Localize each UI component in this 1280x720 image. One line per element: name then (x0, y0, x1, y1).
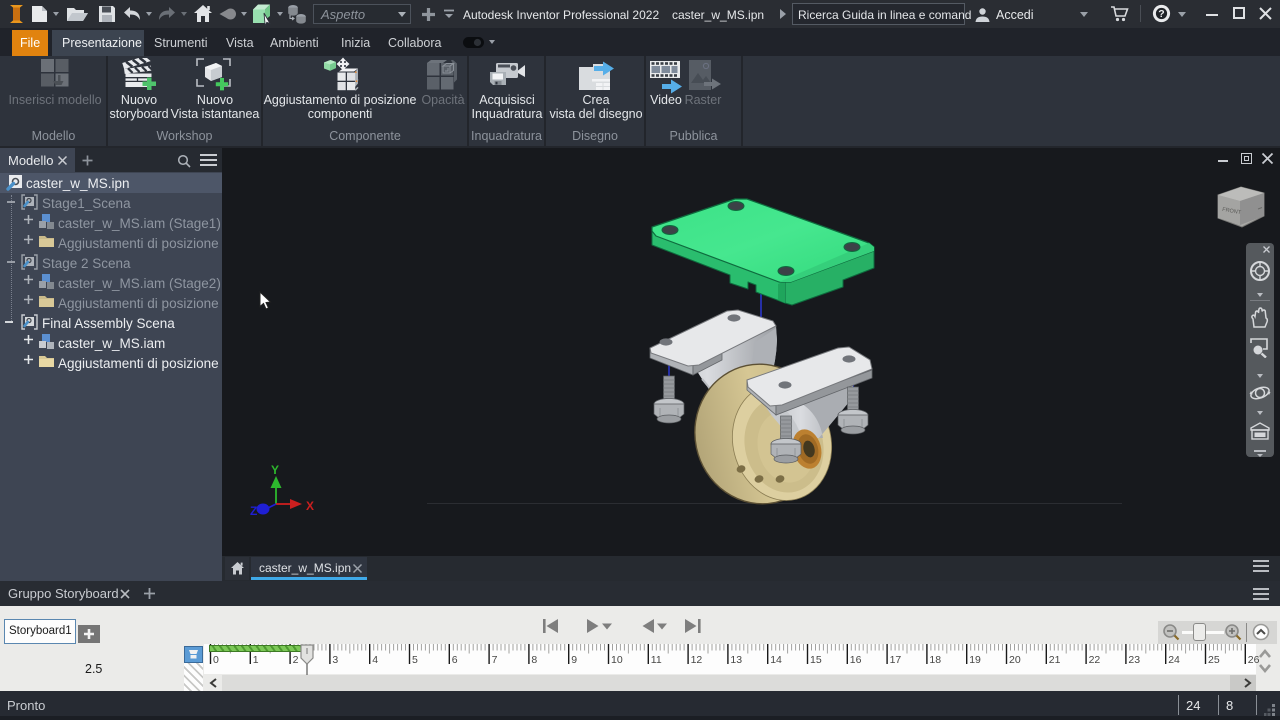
svg-text:?: ? (1158, 8, 1164, 20)
svg-text:20: 20 (1009, 654, 1021, 666)
svg-text:9: 9 (571, 654, 577, 666)
svg-text:19: 19 (969, 654, 981, 666)
svg-text:4: 4 (372, 654, 378, 666)
svg-text:10: 10 (611, 654, 623, 666)
svg-text:2: 2 (293, 654, 299, 666)
svg-text:21: 21 (1049, 654, 1061, 666)
svg-text:X: X (306, 499, 314, 513)
svg-text:24: 24 (1168, 654, 1180, 666)
svg-text:8: 8 (531, 654, 537, 666)
svg-text:Z: Z (250, 504, 257, 518)
svg-text:7: 7 (492, 654, 498, 666)
svg-text:18: 18 (929, 654, 941, 666)
svg-text:12: 12 (691, 654, 703, 666)
svg-text:6: 6 (452, 654, 458, 666)
svg-text:3: 3 (332, 654, 338, 666)
svg-text:13: 13 (730, 654, 742, 666)
svg-text:Y: Y (271, 463, 279, 477)
svg-text:0: 0 (213, 654, 219, 666)
svg-text:15: 15 (810, 654, 822, 666)
svg-text:17: 17 (890, 654, 902, 666)
svg-text:23: 23 (1128, 654, 1140, 666)
svg-text:22: 22 (1089, 654, 1101, 666)
svg-text:5: 5 (412, 654, 418, 666)
svg-text:16: 16 (850, 654, 862, 666)
svg-text:25: 25 (1208, 654, 1220, 666)
svg-text:14: 14 (770, 654, 782, 666)
svg-text:1: 1 (253, 654, 259, 666)
svg-text:11: 11 (651, 654, 662, 666)
